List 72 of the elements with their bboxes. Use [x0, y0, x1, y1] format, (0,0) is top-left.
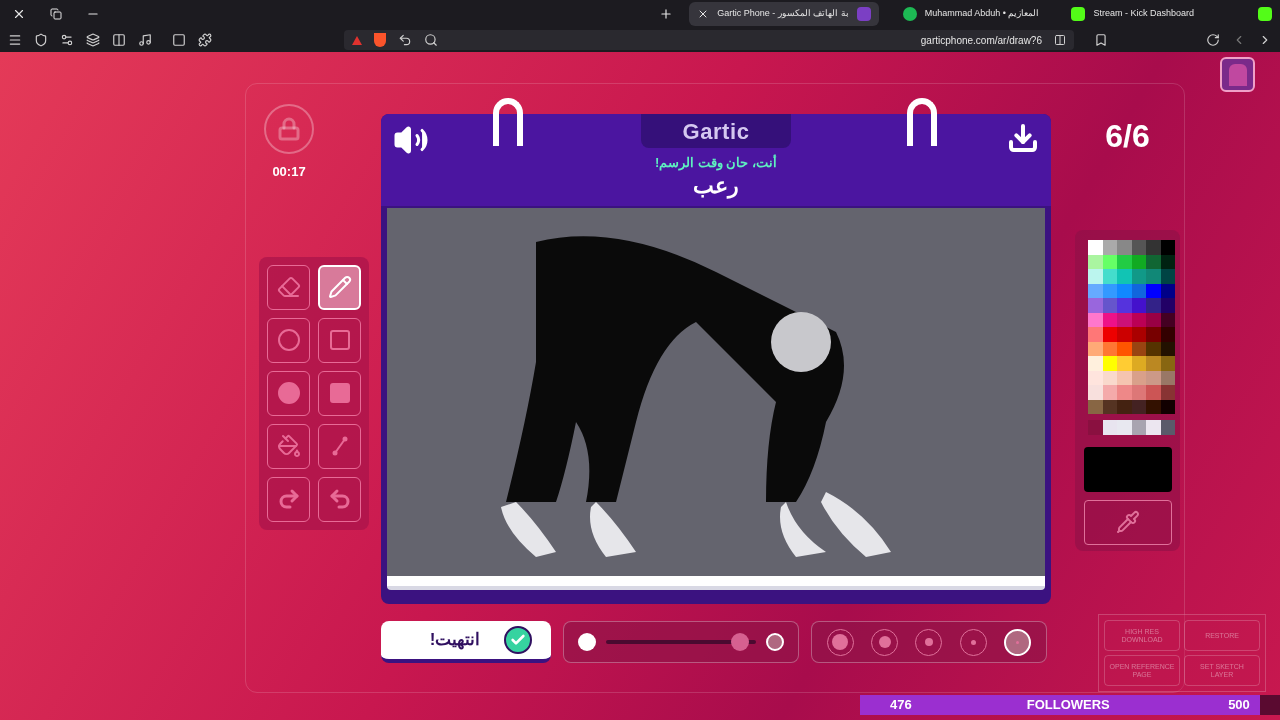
reload-icon[interactable] — [1206, 33, 1220, 47]
color-swatch[interactable] — [1088, 240, 1103, 255]
color-swatch[interactable] — [1146, 269, 1161, 284]
pencil-icon — [327, 275, 352, 299]
browser-tab[interactable]: Gartic Phone - بة الهاتف المكسور — [689, 2, 879, 26]
color-swatch[interactable] — [1146, 298, 1161, 313]
followers-label: FOLLOWERS — [1026, 696, 1110, 715]
color-swatch[interactable] — [1117, 269, 1132, 284]
eraser-icon — [276, 275, 301, 299]
zoom-icon[interactable] — [424, 33, 438, 47]
menu-icon[interactable] — [8, 33, 22, 47]
round-counter: 6/6 — [1105, 117, 1150, 156]
tab-title: Gartic Phone - بة الهاتف المكسور — [717, 7, 849, 21]
music-icon[interactable] — [138, 33, 152, 47]
prompt-text: أنت، حان وقت الرسم! — [654, 153, 778, 173]
filled-square-icon — [327, 381, 352, 405]
color-swatch[interactable] — [1146, 420, 1161, 435]
ring-drawing — [493, 98, 523, 146]
color-swatch[interactable] — [1117, 240, 1132, 255]
followers-target: 500 — [1228, 696, 1250, 715]
opacity-preview-icon — [766, 633, 784, 651]
followers-current: 476 — [890, 696, 912, 715]
gartic-logo: Gartic — [682, 117, 750, 146]
download-icon[interactable] — [1007, 122, 1039, 154]
avatar-button[interactable] — [1220, 57, 1255, 92]
address-bar[interactable]: garticphone.com/ar/draw?6 — [344, 30, 1074, 50]
color-swatch[interactable] — [1117, 298, 1132, 313]
shield-icon[interactable] — [34, 33, 48, 47]
ring-drawing — [907, 98, 937, 146]
sidebar-icon[interactable] — [112, 33, 126, 47]
browser-tab[interactable]: Stream - Kick Dashboard — [1063, 2, 1202, 26]
color-swatch[interactable] — [1117, 385, 1132, 400]
word-text: رعب — [693, 172, 739, 199]
opacity-min-icon — [578, 633, 596, 651]
lock-button[interactable] — [264, 104, 314, 154]
bookmark-icon[interactable] — [1094, 33, 1108, 47]
opacity-slider[interactable] — [606, 633, 756, 651]
done-button[interactable]: انتهيت! — [381, 621, 551, 663]
curved-arrow-icon — [276, 487, 301, 511]
paint-bucket-icon — [276, 434, 301, 458]
browser-tab[interactable]: Muhammad Abduh • المعازيم — [894, 2, 1048, 26]
color-swatch[interactable] — [1117, 420, 1132, 435]
eyedropper-icon — [1115, 510, 1140, 534]
lock-icon — [277, 117, 301, 141]
color-swatch[interactable] — [1146, 385, 1161, 400]
color-swatch[interactable] — [1088, 327, 1103, 342]
color-swatch[interactable] — [1088, 298, 1103, 313]
back-arrow-icon[interactable] — [398, 33, 412, 47]
new-tab-icon[interactable] — [659, 7, 674, 21]
color-swatch[interactable] — [1146, 327, 1161, 342]
restore-window-icon[interactable] — [50, 8, 62, 20]
color-swatch[interactable] — [1088, 385, 1103, 400]
tab-title: Muhammad Abduh • المعازيم — [924, 7, 1040, 21]
color-swatch[interactable] — [1117, 356, 1132, 371]
color-swatch[interactable] — [1088, 420, 1103, 435]
color-swatch[interactable] — [1146, 356, 1161, 371]
color-swatch[interactable] — [1088, 356, 1103, 371]
color-swatch[interactable] — [1146, 240, 1161, 255]
circle-outline-icon — [276, 328, 301, 352]
url-text: garticphone.com/ar/draw?6 — [920, 33, 1042, 48]
color-swatch[interactable] — [1088, 269, 1103, 284]
extensions-icon[interactable] — [198, 33, 212, 47]
check-badge-icon — [504, 626, 533, 654]
drawing-canvas[interactable] — [387, 208, 1045, 576]
tab-title: Stream - Kick Dashboard — [1093, 7, 1194, 21]
slider-thumb[interactable] — [731, 633, 750, 651]
square-outline-icon — [327, 328, 352, 352]
close-window-icon[interactable] — [12, 7, 26, 21]
timer-text: 00:17 — [272, 163, 306, 181]
eyedropper-button[interactable] — [1083, 499, 1172, 545]
color-swatch[interactable] — [1117, 327, 1132, 342]
filled-circle-icon — [276, 381, 301, 405]
